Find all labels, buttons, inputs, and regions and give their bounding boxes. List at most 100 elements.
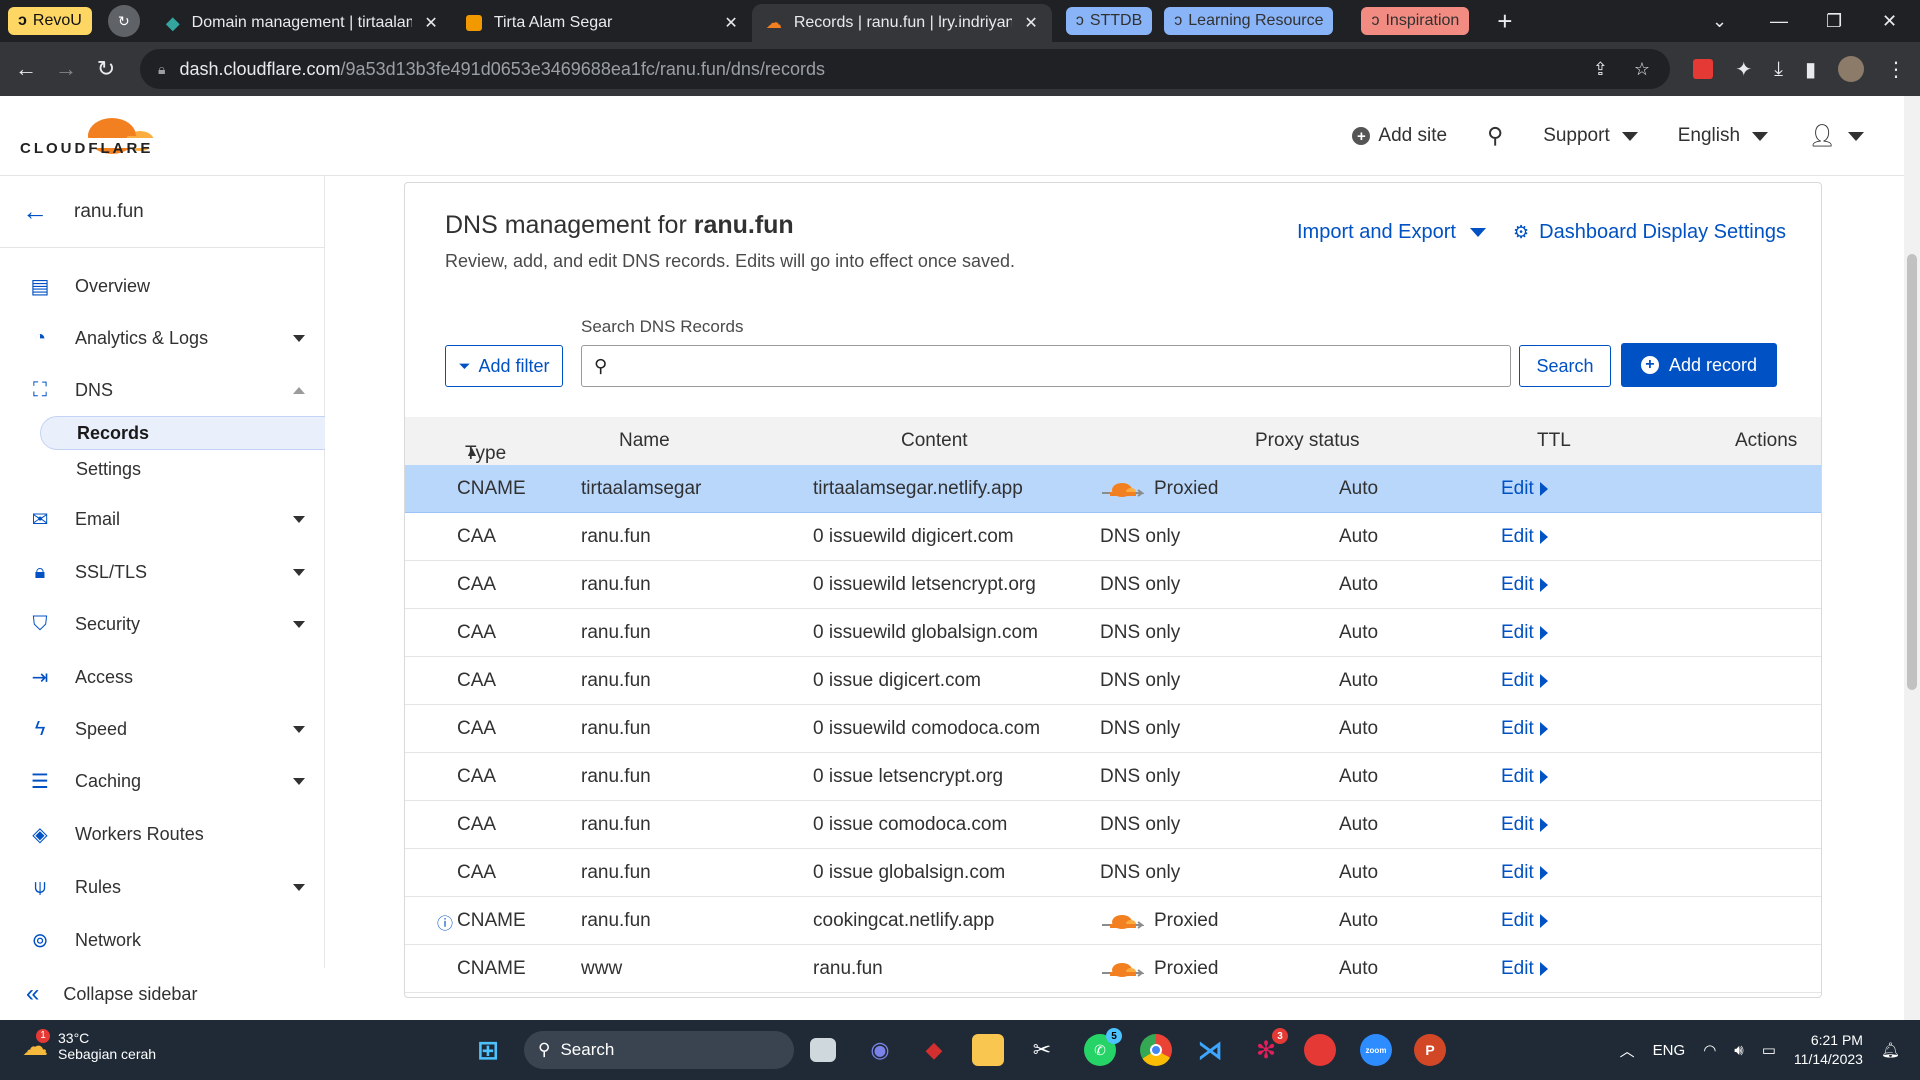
- task-view-icon[interactable]: [810, 1038, 836, 1062]
- sidebar-item-caching[interactable]: ☰ Caching: [0, 761, 325, 801]
- weather-widget[interactable]: ☁ 1 33°C Sebagian cerah: [22, 1028, 156, 1062]
- sidebar-item-network[interactable]: ⊚ Network: [0, 920, 325, 960]
- search-button[interactable]: Search: [1519, 345, 1611, 387]
- sidebar-item-workers-routes[interactable]: ◈ Workers Routes: [0, 814, 325, 854]
- tab-tirta-alam-segar[interactable]: Tirta Alam Segar ✕: [452, 4, 752, 42]
- tab-domain-management[interactable]: ◆ Domain management | tirtaalam ✕: [152, 4, 452, 42]
- forward-arrow-icon[interactable]: →: [46, 56, 86, 82]
- sidebar-domain-header[interactable]: ← ranu.fun: [0, 176, 324, 248]
- close-window-icon[interactable]: ✕: [1882, 0, 1897, 42]
- column-header-ttl[interactable]: TTL: [1537, 430, 1571, 452]
- game-icon[interactable]: ◆: [918, 1034, 950, 1066]
- edit-record-button[interactable]: Edit: [1501, 526, 1548, 548]
- sidebar-item-dns[interactable]: ⛶ DNS: [0, 370, 325, 410]
- table-row[interactable]: CAA ranu.fun 0 issue letsencrypt.org DNS on…: [405, 753, 1821, 801]
- edit-record-button[interactable]: Edit: [1501, 478, 1548, 500]
- teams-icon[interactable]: ◉: [864, 1034, 896, 1066]
- sidebar-subitem-settings[interactable]: Settings: [40, 452, 325, 486]
- app-red-icon[interactable]: [1304, 1034, 1336, 1066]
- back-arrow-icon[interactable]: ←: [6, 56, 46, 82]
- tab-records-active[interactable]: ☁ Records | ranu.fun | lry.indriyanto ✕: [751, 4, 1052, 42]
- back-arrow-icon[interactable]: ←: [22, 196, 48, 227]
- close-tab-icon[interactable]: ✕: [1024, 13, 1037, 33]
- edit-record-button[interactable]: Edit: [1501, 574, 1548, 596]
- dashboard-display-settings-link[interactable]: ⚙ Dashboard Display Settings: [1513, 221, 1786, 244]
- language-dropdown[interactable]: English: [1678, 125, 1769, 147]
- edit-record-button[interactable]: Edit: [1501, 862, 1548, 884]
- table-row[interactable]: CAA ranu.fun 0 issuewild letsencrypt.org DN…: [405, 561, 1821, 609]
- edit-record-button[interactable]: Edit: [1501, 622, 1548, 644]
- maximize-icon[interactable]: ❐: [1826, 0, 1842, 42]
- powerpoint-icon[interactable]: P: [1414, 1034, 1446, 1066]
- collapse-sidebar-button[interactable]: « Collapse sidebar: [0, 968, 325, 1020]
- close-tab-icon[interactable]: ✕: [424, 13, 437, 33]
- clock[interactable]: 6:21 PM 11/14/2023: [1794, 1031, 1863, 1069]
- language-indicator[interactable]: ENG: [1653, 1042, 1686, 1059]
- close-tab-icon[interactable]: ✕: [724, 13, 737, 33]
- scrollbar-thumb[interactable]: [1907, 254, 1917, 690]
- sidebar-item-overview[interactable]: ▤ Overview: [0, 266, 325, 306]
- table-row[interactable]: CNAME www ranu.fun Proxied Auto Edit: [405, 945, 1821, 993]
- sidebar-item-email[interactable]: ✉ Email: [0, 499, 325, 539]
- pdf-extension-icon[interactable]: [1693, 59, 1714, 79]
- sidebar-item-analytics[interactable]: ◔ Analytics & Logs: [0, 318, 325, 358]
- sidebar-subitem-records[interactable]: Records: [40, 416, 325, 450]
- search-input[interactable]: ⚲: [581, 345, 1511, 387]
- edit-record-button[interactable]: Edit: [1501, 766, 1548, 788]
- tab-search-icon[interactable]: ↻: [107, 5, 140, 37]
- new-tab-plus-icon[interactable]: +: [1497, 6, 1512, 37]
- search-icon[interactable]: ⚲: [1487, 123, 1503, 149]
- side-panel-icon[interactable]: ▮: [1805, 57, 1816, 82]
- table-row[interactable]: CNAME tirtaalamsegar tirtaalamsegar.netlif…: [405, 465, 1821, 513]
- sidebar-item-ssl[interactable]: 🔒︎ SSL/TLS: [0, 552, 325, 592]
- add-record-button[interactable]: + Add record: [1621, 343, 1777, 387]
- volume-icon[interactable]: 🔊︎: [1734, 1042, 1743, 1059]
- zoom-icon[interactable]: zoom: [1360, 1034, 1392, 1066]
- info-icon[interactable]: ⓘ: [437, 910, 453, 934]
- battery-icon[interactable]: ▭: [1762, 1041, 1776, 1059]
- slack-icon[interactable]: ✻ 3: [1250, 1028, 1288, 1066]
- support-dropdown[interactable]: Support: [1543, 125, 1638, 147]
- edit-record-button[interactable]: Edit: [1501, 814, 1548, 836]
- sidebar-item-rules[interactable]: ⍦ Rules: [0, 867, 325, 907]
- tab-group-sttdb[interactable]: ↄ STTDB: [1065, 7, 1153, 35]
- sidebar-item-access[interactable]: ⇥ Access: [0, 657, 325, 697]
- download-icon[interactable]: ⤓: [1774, 58, 1783, 81]
- column-header-content[interactable]: Content: [901, 430, 968, 452]
- user-menu[interactable]: 👤︎: [1808, 123, 1864, 149]
- file-explorer-icon[interactable]: [972, 1034, 1004, 1066]
- add-site-button[interactable]: + Add site: [1352, 125, 1447, 147]
- edit-record-button[interactable]: Edit: [1501, 670, 1548, 692]
- tab-list-chevron-icon[interactable]: ⌄: [1712, 0, 1727, 42]
- edit-record-button[interactable]: Edit: [1501, 958, 1548, 980]
- puzzle-extension-icon[interactable]: ✦: [1735, 57, 1752, 82]
- vscode-icon[interactable]: ⋊: [1194, 1034, 1226, 1066]
- page-scrollbar[interactable]: [1904, 96, 1920, 1020]
- table-row[interactable]: ⓘ CNAME ranu.fun cookingcat.netlify.app Prox…: [405, 897, 1821, 945]
- pinned-tab-revou[interactable]: ↄ RevoU: [8, 7, 92, 35]
- add-filter-button[interactable]: ⏷ Add filter: [445, 345, 563, 387]
- sidebar-item-security[interactable]: ⛉ Security: [0, 604, 325, 644]
- table-row[interactable]: CAA ranu.fun 0 issue digicert.com DNS only A…: [405, 657, 1821, 705]
- whatsapp-icon[interactable]: ✆ 5: [1084, 1028, 1122, 1066]
- taskbar-search[interactable]: ⚲ Search: [524, 1031, 794, 1069]
- profile-avatar-icon[interactable]: [1838, 56, 1864, 82]
- sidebar-item-speed[interactable]: ϟ Speed: [0, 709, 325, 749]
- table-row[interactable]: CAA ranu.fun 0 issue comodoca.com DNS only A…: [405, 801, 1821, 849]
- address-bar[interactable]: 🔒︎ dash.cloudflare.com/9a53d13b3fe491d06…: [140, 49, 1670, 89]
- wifi-icon[interactable]: ◠: [1703, 1041, 1716, 1059]
- tab-group-learning-resource[interactable]: ↄ Learning Resource: [1164, 7, 1334, 35]
- import-export-dropdown[interactable]: Import and Export: [1297, 221, 1486, 244]
- share-icon[interactable]: ⇪: [1593, 59, 1608, 80]
- table-row[interactable]: CAA ranu.fun 0 issuewild globalsign.com DNS…: [405, 609, 1821, 657]
- chevron-up-icon[interactable]: ︿: [1620, 1040, 1635, 1061]
- table-row[interactable]: CAA ranu.fun 0 issuewild comodoca.com DNS o…: [405, 705, 1821, 753]
- reload-icon[interactable]: ↻: [86, 56, 126, 82]
- edit-record-button[interactable]: Edit: [1501, 910, 1548, 932]
- column-header-proxy-status[interactable]: Proxy status: [1255, 430, 1360, 452]
- edit-record-button[interactable]: Edit: [1501, 718, 1548, 740]
- chrome-icon[interactable]: [1140, 1034, 1172, 1066]
- snipping-tool-icon[interactable]: ✂: [1026, 1034, 1058, 1066]
- minimize-icon[interactable]: —: [1770, 0, 1788, 42]
- table-row[interactable]: CAA ranu.fun 0 issuewild digicert.com DNS o…: [405, 513, 1821, 561]
